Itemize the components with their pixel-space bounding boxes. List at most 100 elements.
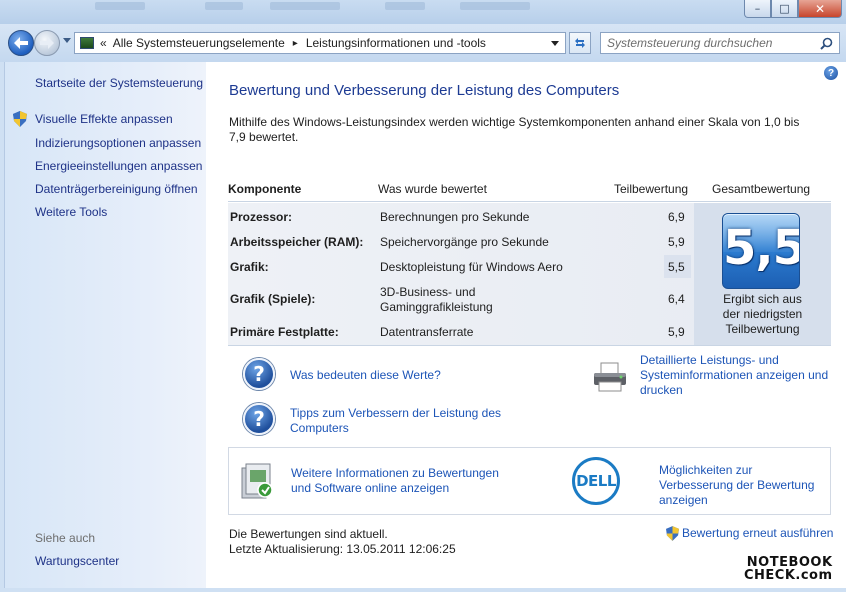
watermark-line: CHECK.com	[744, 568, 833, 583]
base-score-note-line: Ergibt sich aus	[723, 292, 802, 306]
control-panel-icon	[80, 37, 94, 49]
row-rated: Berechnungen pro Sekunde	[380, 210, 530, 224]
question-icon: ?	[243, 358, 275, 390]
refresh-button[interactable]	[569, 32, 591, 54]
dell-logo-text: DELL	[576, 472, 616, 490]
breadcrumb-performance[interactable]: Leistungsinformationen und -tools	[306, 36, 486, 50]
search-icon[interactable]	[820, 37, 833, 50]
address-bar[interactable]: « Alle Systemsteuerungselemente ▸ Leistu…	[74, 32, 566, 54]
status-text: Die Bewertungen sind aktuell.	[229, 527, 388, 541]
page-title: Bewertung und Verbesserung der Leistung …	[229, 82, 620, 99]
dell-improve-line: Möglichkeiten zur	[659, 463, 753, 477]
sidebar: Startseite der Systemsteuerung Visuelle …	[4, 62, 206, 588]
sidebar-item-indexing[interactable]: Indizierungsoptionen anpassen	[35, 136, 201, 150]
dell-improve-line: Verbesserung der Bewertung	[659, 478, 815, 492]
maximize-icon: □	[779, 2, 790, 15]
breadcrumb-separator-icon[interactable]: ▸	[293, 38, 298, 49]
row-component: Primäre Festplatte:	[230, 325, 339, 339]
row-component: Grafik:	[230, 260, 269, 274]
recent-pages-dropdown[interactable]	[63, 38, 71, 43]
software-box-icon	[241, 463, 273, 499]
navigation-bar: « Alle Systemsteuerungselemente ▸ Leistu…	[0, 24, 846, 62]
back-button[interactable]	[8, 30, 34, 56]
row-rated: 3D-Business- und Gaminggrafikleistung	[380, 285, 493, 315]
intro-text: Mithilfe des Windows-Leistungsindex werd…	[229, 115, 800, 144]
row-component: Grafik (Spiele):	[230, 292, 316, 306]
base-score-note: Ergibt sich aus der niedrigsten Teilbewe…	[694, 292, 831, 337]
tips-link[interactable]: Tipps zum Verbessern der Leistung des Co…	[290, 406, 501, 436]
close-button[interactable]: ✕	[798, 0, 842, 18]
row-subscore: 5,9	[668, 325, 685, 339]
row-subscore: 6,4	[668, 292, 685, 306]
breadcrumb-all-items[interactable]: Alle Systemsteuerungselemente	[113, 36, 285, 50]
more-info-line: Weitere Informationen zu Bewertungen	[291, 466, 499, 480]
sidebar-item-power[interactable]: Energieeinstellungen anpassen	[35, 159, 202, 173]
sidebar-home-link[interactable]: Startseite der Systemsteuerung	[35, 76, 203, 90]
row-subscore: 5,5	[668, 260, 685, 274]
sidebar-item-visual-effects[interactable]: Visuelle Effekte anpassen	[35, 112, 173, 126]
more-info-link[interactable]: Weitere Informationen zu Bewertungen und…	[291, 466, 499, 496]
forward-button[interactable]	[34, 30, 60, 56]
uac-shield-icon	[666, 526, 679, 541]
question-icon: ?	[243, 403, 275, 435]
blurred-toolbar-item	[205, 2, 243, 10]
close-icon: ✕	[814, 1, 826, 16]
maximize-button[interactable]: □	[771, 0, 798, 18]
detailed-info-line: drucken	[640, 383, 683, 397]
arrow-right-icon	[40, 37, 54, 49]
base-score-note-line: Teilbewertung	[725, 322, 800, 336]
window-controls: – □ ✕	[744, 0, 842, 18]
dell-improve-line: anzeigen	[659, 493, 708, 507]
base-score-value: 5,5	[723, 220, 800, 276]
minimize-button[interactable]: –	[744, 0, 771, 18]
see-also-heading: Siehe auch	[35, 531, 96, 545]
dell-logo[interactable]: DELL	[572, 457, 620, 505]
column-header-rated: Was wurde bewertet	[378, 182, 487, 196]
rerun-assessment-label: Bewertung erneut ausführen	[682, 526, 834, 540]
column-header-base-score: Gesamtbewertung	[712, 182, 811, 196]
breadcrumb-overflow[interactable]: «	[100, 36, 107, 50]
row-rated: Speichervorgänge pro Sekunde	[380, 235, 549, 249]
base-score-badge: 5,5	[722, 213, 800, 289]
refresh-icon	[575, 38, 585, 48]
row-subscore: 5,9	[668, 235, 685, 249]
chevron-down-icon[interactable]	[551, 40, 559, 46]
help-icon[interactable]: ?	[824, 66, 838, 80]
sidebar-item-action-center[interactable]: Wartungscenter	[35, 554, 119, 568]
row-subscore: 6,9	[668, 210, 685, 224]
row-rated-line: 3D-Business- und	[380, 285, 476, 299]
search-placeholder: Systemsteuerung durchsuchen	[607, 36, 773, 50]
detailed-info-link[interactable]: Detaillierte Leistungs- und Systeminform…	[640, 353, 828, 398]
blurred-toolbar-item	[460, 2, 530, 10]
base-score-note-line: der niedrigsten	[722, 307, 803, 321]
row-component: Arbeitsspeicher (RAM):	[230, 235, 364, 249]
printer-icon	[594, 362, 626, 392]
blurred-toolbar-item	[385, 2, 425, 10]
tips-link-line: Computers	[290, 421, 349, 435]
row-rated-line: Gaminggrafikleistung	[380, 300, 493, 314]
detailed-info-line: Systeminformationen anzeigen und	[640, 368, 829, 382]
dell-improve-link[interactable]: Möglichkeiten zur Verbesserung der Bewer…	[659, 463, 814, 508]
online-info-box: Weitere Informationen zu Bewertungen und…	[228, 447, 831, 515]
more-info-line: und Software online anzeigen	[291, 481, 450, 495]
row-component: Prozessor:	[230, 210, 293, 224]
blurred-toolbar-item	[95, 2, 145, 10]
blurred-toolbar-item	[270, 2, 340, 10]
rerun-assessment-link[interactable]: Bewertung erneut ausführen	[666, 526, 833, 541]
what-mean-link[interactable]: Was bedeuten diese Werte?	[290, 368, 441, 383]
column-header-subscore: Teilbewertung	[614, 182, 689, 196]
last-update-text: Letzte Aktualisierung: 13.05.2011 12:06:…	[229, 542, 456, 556]
divider	[228, 201, 831, 202]
uac-shield-icon	[13, 111, 27, 127]
divider	[228, 345, 831, 346]
title-bar: – □ ✕	[0, 0, 846, 24]
tips-link-line: Tipps zum Verbessern der Leistung des	[290, 406, 502, 420]
base-score-panel: 5,5 Ergibt sich aus der niedrigsten Teil…	[694, 203, 831, 345]
search-input[interactable]: Systemsteuerung durchsuchen	[600, 32, 840, 54]
watermark-logo: NOTEBOOK CHECK.com	[744, 556, 833, 582]
sidebar-item-disk-cleanup[interactable]: Datenträgerbereinigung öffnen	[35, 182, 198, 196]
arrow-left-icon	[14, 37, 28, 49]
sidebar-item-more-tools[interactable]: Weitere Tools	[35, 205, 107, 219]
score-table: Prozessor: Berechnungen pro Sekunde 6,9 …	[228, 203, 831, 345]
row-rated: Desktopleistung für Windows Aero	[380, 260, 563, 274]
